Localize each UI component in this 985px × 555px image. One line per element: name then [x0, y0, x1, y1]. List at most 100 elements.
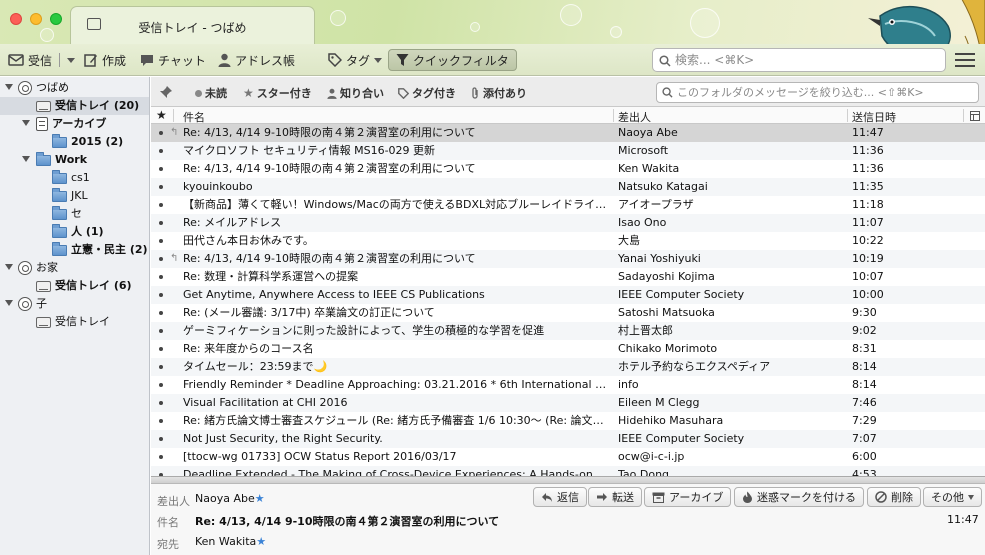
column-header-sender[interactable]: 差出人: [618, 109, 651, 125]
more-actions-button[interactable]: その他: [923, 487, 982, 507]
message-row[interactable]: Get Anytime, Anywhere Access to IEEE CS …: [151, 286, 985, 304]
folder-jkl[interactable]: JKL: [52, 187, 88, 205]
read-status-icon[interactable]: [159, 203, 163, 207]
contact-star-icon[interactable]: ★: [256, 535, 266, 548]
message-row[interactable]: Deadline Extended - The Making of Cross-…: [151, 466, 985, 476]
read-status-icon[interactable]: [159, 149, 163, 153]
message-row[interactable]: Visual Facilitation at CHI 2016 Eileen M …: [151, 394, 985, 412]
column-header-date[interactable]: 送信日時: [852, 109, 896, 125]
tab-inbox[interactable]: 受信トレイ - つばめ: [70, 6, 315, 44]
folder-cs1[interactable]: cs1: [52, 169, 90, 187]
filter-attachment[interactable]: 添付あり: [471, 85, 527, 101]
message-row[interactable]: Friendly Reminder * Deadline Approaching…: [151, 376, 985, 394]
window-minimize-button[interactable]: [30, 13, 42, 25]
disclosure-triangle-icon[interactable]: [5, 300, 13, 306]
address-book-button[interactable]: アドレス帳: [218, 50, 295, 70]
read-status-icon[interactable]: [159, 293, 163, 297]
disclosure-triangle-icon[interactable]: [22, 120, 30, 126]
column-picker-icon[interactable]: [970, 111, 980, 121]
read-status-icon[interactable]: [159, 185, 163, 189]
filter-unread[interactable]: 未読: [195, 85, 227, 101]
message-row[interactable]: ↰ Re: 4/13, 4/14 9-10時限の南４第２演習室の利用について Yan…: [151, 250, 985, 268]
folder-filter-box[interactable]: [656, 82, 979, 103]
read-status-icon[interactable]: [159, 401, 163, 405]
pin-icon[interactable]: [159, 85, 173, 99]
read-status-icon[interactable]: [159, 131, 163, 135]
window-close-button[interactable]: [10, 13, 22, 25]
chevron-down-icon[interactable]: [67, 57, 76, 63]
compose-button[interactable]: 作成: [84, 50, 126, 70]
message-sender: Ken Wakita: [618, 162, 680, 175]
column-separator: [613, 109, 614, 122]
from-value[interactable]: Naoya Abe★: [195, 492, 265, 505]
disclosure-triangle-icon[interactable]: [5, 264, 13, 270]
folder-inbox-tsubame[interactable]: 受信トレイ (20): [0, 97, 149, 115]
message-row[interactable]: Re: 緒方氏論文博士審査スケジュール (Re: 緒方氏予備審査 1/6 10:…: [151, 412, 985, 430]
read-status-icon[interactable]: [159, 455, 163, 459]
quick-filter-button[interactable]: クイックフィルタ: [388, 49, 517, 71]
window-maximize-button[interactable]: [50, 13, 62, 25]
junk-button[interactable]: 迷惑マークを付ける: [734, 487, 864, 507]
global-search-box[interactable]: [652, 48, 946, 72]
folder-hito[interactable]: 人 (1): [52, 223, 104, 241]
message-row[interactable]: [ttocw-wg 01733] OCW Status Report 2016/…: [151, 448, 985, 466]
read-status-icon[interactable]: [159, 419, 163, 423]
folder-account-tsubame[interactable]: つばめ: [18, 79, 69, 97]
read-status-icon[interactable]: [159, 311, 163, 315]
read-status-icon[interactable]: [159, 329, 163, 333]
chat-button[interactable]: チャット: [140, 50, 206, 70]
archive-button[interactable]: アーカイブ: [644, 487, 732, 507]
message-row[interactable]: Re: 数理・計算科学系運営への提案 Sadayoshi Kojima 10:07: [151, 268, 985, 286]
global-search-input[interactable]: [675, 52, 937, 68]
disclosure-triangle-icon[interactable]: [5, 84, 13, 90]
read-status-icon[interactable]: [159, 383, 163, 387]
folder-filter-input[interactable]: [677, 85, 973, 100]
contact-star-icon[interactable]: ★: [255, 492, 265, 505]
read-status-icon[interactable]: [159, 221, 163, 225]
message-row[interactable]: Re: 4/13, 4/14 9-10時限の南４第２演習室の利用について Ken …: [151, 160, 985, 178]
folder-inbox-ko[interactable]: 受信トレイ: [36, 313, 110, 331]
read-status-icon[interactable]: [159, 347, 163, 351]
read-status-icon[interactable]: [159, 437, 163, 441]
reply-button[interactable]: 返信: [533, 487, 587, 507]
app-menu-button[interactable]: [955, 53, 975, 67]
read-status-icon[interactable]: [159, 275, 163, 279]
message-row[interactable]: Re: 来年度からのコース名 Chikako Morimoto 8:31: [151, 340, 985, 358]
to-value[interactable]: Ken Wakita★: [195, 535, 266, 548]
folder-inbox-ouchi[interactable]: 受信トレイ (6): [36, 277, 132, 295]
column-header-subject[interactable]: 件名: [183, 109, 205, 125]
disclosure-triangle-icon[interactable]: [22, 156, 30, 162]
message-row[interactable]: ゲーミフィケーションに則った設計によって、学生の積極的な学習を促進 村上晋太郎 9:…: [151, 322, 985, 340]
message-row[interactable]: タイムセール：23:59まで🌙 ホテル予約ならエクスペディア 8:14: [151, 358, 985, 376]
folder-se[interactable]: セ: [52, 205, 82, 223]
filter-contacts[interactable]: 知り合い: [327, 85, 384, 101]
read-status-icon[interactable]: [159, 257, 163, 261]
folder-archive[interactable]: アーカイブ: [36, 115, 106, 133]
read-status-icon[interactable]: [159, 167, 163, 171]
filter-starred[interactable]: ★ スター付き: [243, 85, 312, 101]
read-status-icon[interactable]: [159, 239, 163, 243]
folder-work[interactable]: Work: [36, 151, 87, 169]
message-row[interactable]: Re: メイルアドレス Isao Ono 11:07: [151, 214, 985, 232]
message-row[interactable]: 【新商品】薄くて軽い！Windows/Macの両方で使えるBDXL対応ブルーレイ…: [151, 196, 985, 214]
delete-button[interactable]: 削除: [867, 487, 921, 507]
read-status-icon[interactable]: [159, 365, 163, 369]
get-messages-button[interactable]: 受信: [8, 50, 76, 70]
folder-2015[interactable]: 2015 (2): [52, 133, 123, 151]
folder-rikken-minshu[interactable]: 立憲・民主 (2): [52, 241, 148, 259]
message-row[interactable]: kyouinkoubo Natsuko Katagai 11:35: [151, 178, 985, 196]
message-row[interactable]: Not Just Security, the Right Security. IE…: [151, 430, 985, 448]
message-subject: タイムセール：23:59まで🌙: [183, 360, 328, 373]
message-row[interactable]: 田代さん本日お休みです。 大島 10:22: [151, 232, 985, 250]
pane-splitter[interactable]: [151, 476, 985, 484]
message-row[interactable]: Re: (メール審議: 3/17中) 卒業論文の訂正について Satoshi Ma…: [151, 304, 985, 322]
message-subject: Not Just Security, the Right Security.: [183, 432, 383, 445]
message-row[interactable]: マイクロソフト セキュリティ情報 MS16-029 更新 Microsoft 11:…: [151, 142, 985, 160]
filter-tagged[interactable]: タグ付き: [398, 85, 456, 101]
tag-button[interactable]: タグ: [328, 50, 383, 70]
folder-account-ko[interactable]: 子: [18, 295, 47, 313]
message-row[interactable]: ↰ Re: 4/13, 4/14 9-10時限の南４第２演習室の利用について Nao…: [151, 124, 985, 142]
star-column-icon[interactable]: ★: [156, 108, 167, 122]
forward-button[interactable]: 転送: [588, 487, 642, 507]
folder-account-ouchi[interactable]: お家: [18, 259, 58, 277]
